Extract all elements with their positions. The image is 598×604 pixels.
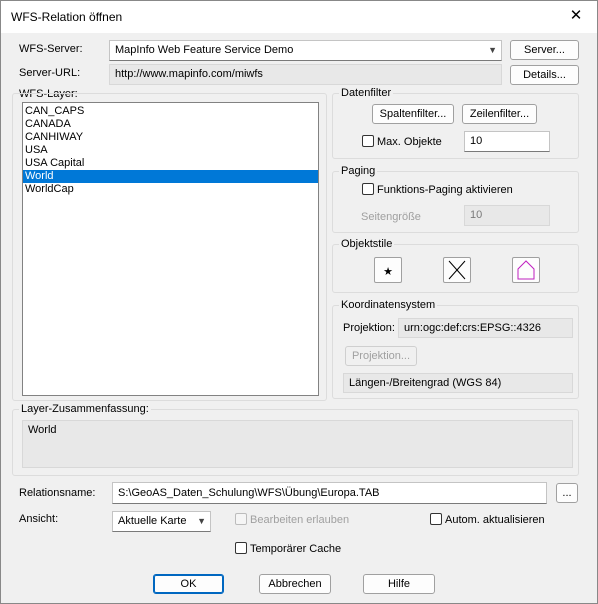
temporaerer-cache-checkbox[interactable]: Temporärer Cache bbox=[235, 542, 341, 556]
point-style-button[interactable]: ★ bbox=[374, 257, 402, 283]
paging-title: Paging bbox=[339, 165, 378, 177]
objektstile-title: Objektstile bbox=[339, 238, 395, 250]
autom-aktualisieren-label: Autom. aktualisieren bbox=[445, 514, 545, 526]
wfs-server-value: MapInfo Web Feature Service Demo bbox=[115, 44, 294, 56]
datenfilter-title: Datenfilter bbox=[339, 87, 394, 99]
max-objekte-input[interactable]: 10 bbox=[464, 131, 550, 152]
wfs-server-label: WFS-Server: bbox=[19, 43, 83, 55]
checkbox-icon bbox=[362, 135, 374, 147]
region-style-icon bbox=[517, 260, 535, 280]
chevron-down-icon: ▼ bbox=[197, 516, 206, 526]
checkbox-icon bbox=[430, 513, 442, 525]
temporaerer-cache-label: Temporärer Cache bbox=[250, 543, 342, 555]
summary-text: World bbox=[22, 420, 573, 468]
layer-list-item[interactable]: USA Capital bbox=[23, 157, 318, 170]
title-bar: WFS-Relation öffnen ✕ bbox=[1, 1, 597, 33]
spaltenfilter-button[interactable]: Spaltenfilter... bbox=[372, 104, 454, 124]
layer-list-item[interactable]: CANHIWAY bbox=[23, 131, 318, 144]
layer-list-item[interactable]: WorldCap bbox=[23, 183, 318, 196]
layer-list-item[interactable]: USA bbox=[23, 144, 318, 157]
seitengroesse-label: Seitengröße bbox=[361, 211, 421, 223]
wfs-dialog: WFS-Relation öffnen ✕ WFS-Server: MapInf… bbox=[0, 0, 598, 604]
summary-title: Layer-Zusammenfassung: bbox=[19, 403, 151, 415]
projektion-label: Projektion: bbox=[343, 322, 395, 334]
window-title: WFS-Relation öffnen bbox=[11, 10, 123, 24]
bearbeiten-checkbox[interactable]: Bearbeiten erlauben bbox=[235, 513, 349, 527]
region-style-button[interactable] bbox=[512, 257, 540, 283]
server-url-label: Server-URL: bbox=[19, 67, 81, 79]
wfs-server-select[interactable]: MapInfo Web Feature Service Demo ▼ bbox=[109, 40, 502, 61]
autom-aktualisieren-checkbox[interactable]: Autom. aktualisieren bbox=[430, 513, 545, 527]
ansicht-label: Ansicht: bbox=[19, 513, 59, 525]
ansicht-value: Aktuelle Karte bbox=[118, 515, 187, 527]
server-button[interactable]: Server... bbox=[510, 40, 579, 60]
koordinatensystem-description: Längen-/Breitengrad (WGS 84) bbox=[343, 373, 573, 393]
server-url-field: http://www.mapinfo.com/miwfs bbox=[109, 64, 502, 85]
relationsname-input[interactable]: S:\GeoAS_Daten_Schulung\WFS\Übung\Europa… bbox=[112, 482, 547, 504]
close-icon[interactable]: ✕ bbox=[561, 5, 591, 27]
checkbox-icon bbox=[235, 542, 247, 554]
layer-list-item[interactable]: CAN_CAPS bbox=[23, 105, 318, 118]
layer-list-item[interactable]: World bbox=[23, 170, 318, 183]
browse-button[interactable]: ... bbox=[556, 483, 578, 503]
line-style-button[interactable] bbox=[443, 257, 471, 283]
point-style-icon: ★ bbox=[383, 265, 393, 278]
svg-text:★: ★ bbox=[383, 265, 393, 278]
projektion-button[interactable]: Projektion... bbox=[345, 346, 417, 366]
bearbeiten-label: Bearbeiten erlauben bbox=[250, 514, 350, 526]
chevron-down-icon: ▼ bbox=[488, 45, 497, 55]
paging-checkbox-label: Funktions-Paging aktivieren bbox=[377, 184, 513, 196]
koordinatensystem-title: Koordinatensystem bbox=[339, 299, 438, 311]
ansicht-select[interactable]: Aktuelle Karte ▼ bbox=[112, 511, 211, 532]
wfs-layer-list[interactable]: CAN_CAPS CANADA CANHIWAY USA USA Capital Worl… bbox=[22, 102, 319, 396]
help-button[interactable]: Hilfe bbox=[363, 574, 435, 594]
details-button[interactable]: Details... bbox=[510, 65, 579, 85]
max-objekte-label: Max. Objekte bbox=[377, 136, 442, 148]
relationsname-label: Relationsname: bbox=[19, 487, 96, 499]
ok-button[interactable]: OK bbox=[153, 574, 224, 594]
line-style-icon bbox=[448, 260, 466, 280]
zeilenfilter-button[interactable]: Zeilenfilter... bbox=[462, 104, 537, 124]
projektion-field: urn:ogc:def:crs:EPSG::4326 bbox=[398, 318, 573, 338]
cancel-button[interactable]: Abbrechen bbox=[259, 574, 331, 594]
checkbox-icon bbox=[235, 513, 247, 525]
layer-list-item[interactable]: CANADA bbox=[23, 118, 318, 131]
paging-checkbox[interactable]: Funktions-Paging aktivieren bbox=[362, 183, 513, 197]
seitengroesse-input: 10 bbox=[464, 205, 550, 226]
max-objekte-checkbox[interactable]: Max. Objekte bbox=[362, 135, 442, 149]
checkbox-icon bbox=[362, 183, 374, 195]
